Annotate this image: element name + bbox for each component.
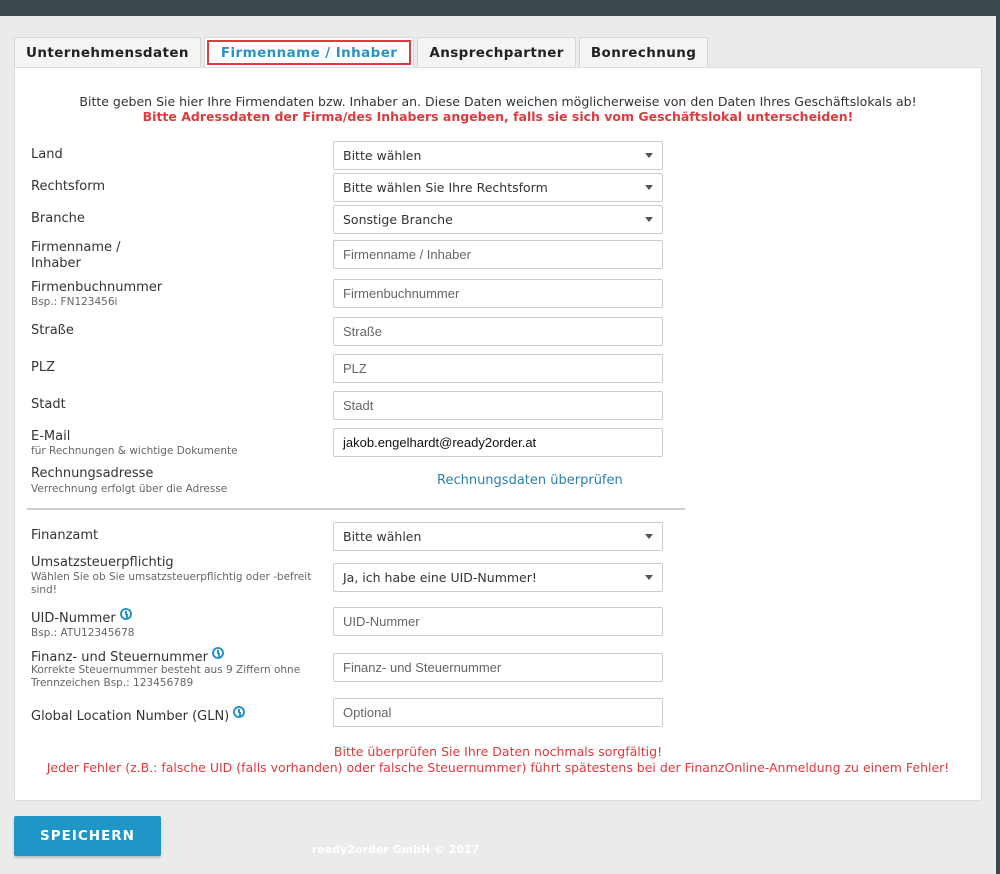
- email-field[interactable]: jakob.engelhardt@ready2order.at: [333, 428, 663, 457]
- top-bar: [0, 0, 1000, 16]
- firmenbuch-input[interactable]: Firmenbuchnummer: [333, 279, 663, 308]
- section-divider: [27, 508, 685, 510]
- firmenname-label-line1: Firmenname /: [31, 240, 121, 255]
- chevron-down-icon: [645, 534, 653, 539]
- footer-copyright: ready2order GmbH © 2017: [312, 843, 480, 856]
- rechtsform-label: Rechtsform: [31, 179, 106, 194]
- finanzamt-label: Finanzamt: [31, 528, 99, 543]
- intro-text: Bitte geben Sie hier Ihre Firmendaten bz…: [15, 94, 981, 124]
- branche-label: Branche: [31, 211, 85, 226]
- chevron-down-icon: [645, 575, 653, 580]
- finanzamt-select[interactable]: Bitte wählen: [333, 522, 663, 551]
- ust-hint-line1: Wählen Sie ob Sie umsatzsteuerpflichtig …: [31, 571, 312, 583]
- strasse-label: Straße: [31, 323, 74, 338]
- firmenbuch-hint: Bsp.: FN123456i: [31, 296, 118, 308]
- tab-ansprechpartner[interactable]: Ansprechpartner: [417, 37, 576, 68]
- chevron-down-icon: [645, 153, 653, 158]
- stadt-input[interactable]: Stadt: [333, 391, 663, 420]
- rechtsform-value: Bitte wählen Sie Ihre Rechtsform: [343, 180, 548, 195]
- intro-line: Bitte geben Sie hier Ihre Firmendaten bz…: [79, 94, 917, 109]
- plz-label: PLZ: [31, 360, 55, 375]
- gln-label: Global Location Number (GLN): [31, 706, 246, 725]
- land-label: Land: [31, 147, 63, 162]
- info-icon[interactable]: [119, 608, 132, 620]
- plz-input[interactable]: PLZ: [333, 354, 663, 383]
- finanzamt-value: Bitte wählen: [343, 529, 422, 544]
- land-select[interactable]: Bitte wählen: [333, 141, 663, 170]
- steuernummer-label-text: Finanz- und Steuernummer: [31, 650, 208, 665]
- land-value: Bitte wählen: [343, 148, 422, 163]
- gln-input[interactable]: Optional: [333, 698, 663, 727]
- chevron-down-icon: [645, 185, 653, 190]
- save-button[interactable]: SPEICHERN: [14, 816, 161, 856]
- form-panel: Bitte geben Sie hier Ihre Firmendaten bz…: [14, 67, 982, 801]
- data-warning: Bitte überprüfen Sie Ihre Daten nochmals…: [15, 744, 981, 776]
- rechnungsadresse-label: Rechnungsadresse: [31, 466, 154, 481]
- tab-bar: Unternehmensdaten Firmenname / Inhaber A…: [14, 37, 711, 68]
- window-edge: [996, 16, 1000, 874]
- firmenname-label-line2: Inhaber: [31, 256, 81, 271]
- steuernummer-hint-line1: Korrekte Steuernummer besteht aus 9 Ziff…: [31, 664, 301, 676]
- rechnungsadresse-hint: Verrechnung erfolgt über die Adresse: [31, 483, 228, 495]
- warning-line1: Bitte überprüfen Sie Ihre Daten nochmals…: [333, 744, 663, 759]
- warning-line2: Jeder Fehler (z.B.: falsche UID (falls v…: [46, 760, 950, 775]
- intro-warning: Bitte Adressdaten der Firma/des Inhabers…: [142, 109, 854, 124]
- uid-hint: Bsp.: ATU12345678: [31, 627, 135, 639]
- email-hint: für Rechnungen & wichtige Dokumente: [31, 445, 238, 457]
- firmenname-input[interactable]: Firmenname / Inhaber: [333, 240, 663, 269]
- ust-select[interactable]: Ja, ich habe eine UID-Nummer!: [333, 563, 663, 592]
- tab-unternehmensdaten[interactable]: Unternehmensdaten: [14, 37, 201, 68]
- email-label: E-Mail: [31, 429, 71, 444]
- tab-firmenname-inhaber[interactable]: Firmenname / Inhaber: [203, 37, 415, 68]
- branche-select[interactable]: Sonstige Branche: [333, 205, 663, 234]
- ust-label: Umsatzsteuerpflichtig: [31, 555, 174, 570]
- tab-bonrechnung[interactable]: Bonrechnung: [578, 37, 709, 68]
- steuernummer-hint-line2: Trennzeichen Bsp.: 123456789: [31, 677, 194, 689]
- rechnungsdaten-link[interactable]: Rechnungsdaten überprüfen: [437, 473, 623, 488]
- rechtsform-select[interactable]: Bitte wählen Sie Ihre Rechtsform: [333, 173, 663, 202]
- firmenname-label: Firmenname / Inhaber: [31, 240, 121, 272]
- chevron-down-icon: [645, 217, 653, 222]
- firmenbuch-label: Firmenbuchnummer: [31, 280, 163, 295]
- gln-label-text: Global Location Number (GLN): [31, 709, 230, 724]
- ust-hint-line2: sind!: [31, 584, 57, 596]
- branche-value: Sonstige Branche: [343, 212, 453, 227]
- uid-input[interactable]: UID-Nummer: [333, 607, 663, 636]
- steuernummer-hint: Korrekte Steuernummer besteht aus 9 Ziff…: [31, 664, 300, 690]
- steuernummer-input[interactable]: Finanz- und Steuernummer: [333, 653, 663, 682]
- ust-value: Ja, ich habe eine UID-Nummer!: [343, 570, 537, 585]
- ust-hint: Wählen Sie ob Sie umsatzsteuerpflichtig …: [31, 571, 311, 597]
- strasse-input[interactable]: Straße: [333, 317, 663, 346]
- stadt-label: Stadt: [31, 397, 66, 412]
- info-icon[interactable]: [233, 706, 246, 718]
- info-icon[interactable]: [211, 647, 224, 659]
- uid-label: UID-Nummer: [31, 608, 132, 627]
- uid-label-text: UID-Nummer: [31, 611, 116, 626]
